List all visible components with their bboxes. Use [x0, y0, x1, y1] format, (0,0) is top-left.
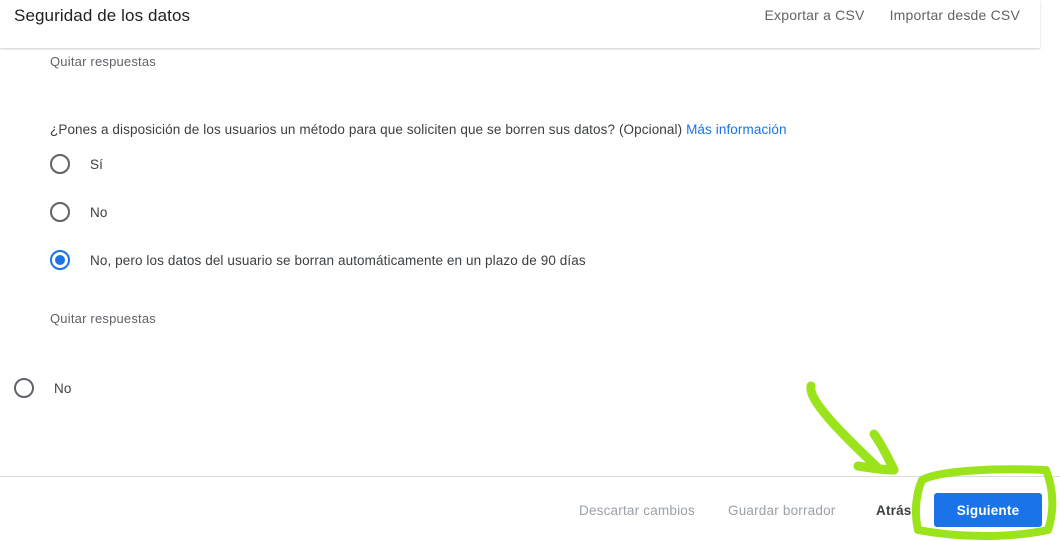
radio-option-label: Sí: [90, 156, 103, 172]
clear-answers-link[interactable]: Quitar respuestas: [50, 311, 156, 326]
arrowhead-annotation-icon: [853, 429, 899, 475]
radio-option-label: No, pero los datos del usuario se borran…: [90, 252, 586, 268]
export-csv-button[interactable]: Exportar a CSV: [765, 7, 865, 23]
import-csv-button[interactable]: Importar desde CSV: [890, 7, 1020, 23]
page-header: Seguridad de los datos Exportar a CSV Im…: [0, 0, 1040, 48]
radio-option-no[interactable]: No: [50, 202, 107, 222]
question-deletion-request: ¿Pones a disposición de los usuarios un …: [50, 122, 787, 137]
back-button[interactable]: Atrás: [876, 503, 912, 518]
page-title: Seguridad de los datos: [14, 6, 191, 25]
discard-changes-button[interactable]: Descartar cambios: [579, 503, 695, 518]
radio-unchecked-icon[interactable]: [14, 378, 34, 398]
radio-option-yes[interactable]: Sí: [50, 154, 103, 174]
radio-checked-icon[interactable]: [50, 250, 70, 270]
header-actions: Exportar a CSV Importar desde CSV: [765, 7, 1021, 23]
radio-unchecked-icon[interactable]: [50, 154, 70, 174]
radio-unchecked-icon[interactable]: [50, 202, 70, 222]
save-draft-button[interactable]: Guardar borrador: [728, 503, 836, 518]
radio-option-label: No: [54, 380, 72, 396]
page-footer: Descartar cambios Guardar borrador Atrás: [0, 476, 1060, 541]
more-info-link[interactable]: Más información: [686, 122, 787, 137]
question-text: ¿Pones a disposición de los usuarios un …: [50, 122, 683, 137]
highlight-annotation: [806, 381, 1057, 540]
data-safety-page: Seguridad de los datos Exportar a CSV Im…: [0, 0, 1060, 541]
arrow-annotation-icon: [806, 381, 883, 473]
radio-option-label: No: [90, 204, 108, 220]
next-button[interactable]: Siguiente: [934, 493, 1042, 527]
radio-option-no-auto-delete[interactable]: No, pero los datos del usuario se borran…: [50, 250, 586, 270]
clear-answers-link-top[interactable]: Quitar respuestas: [50, 54, 156, 69]
radio-option-no-extra[interactable]: No: [14, 378, 71, 398]
